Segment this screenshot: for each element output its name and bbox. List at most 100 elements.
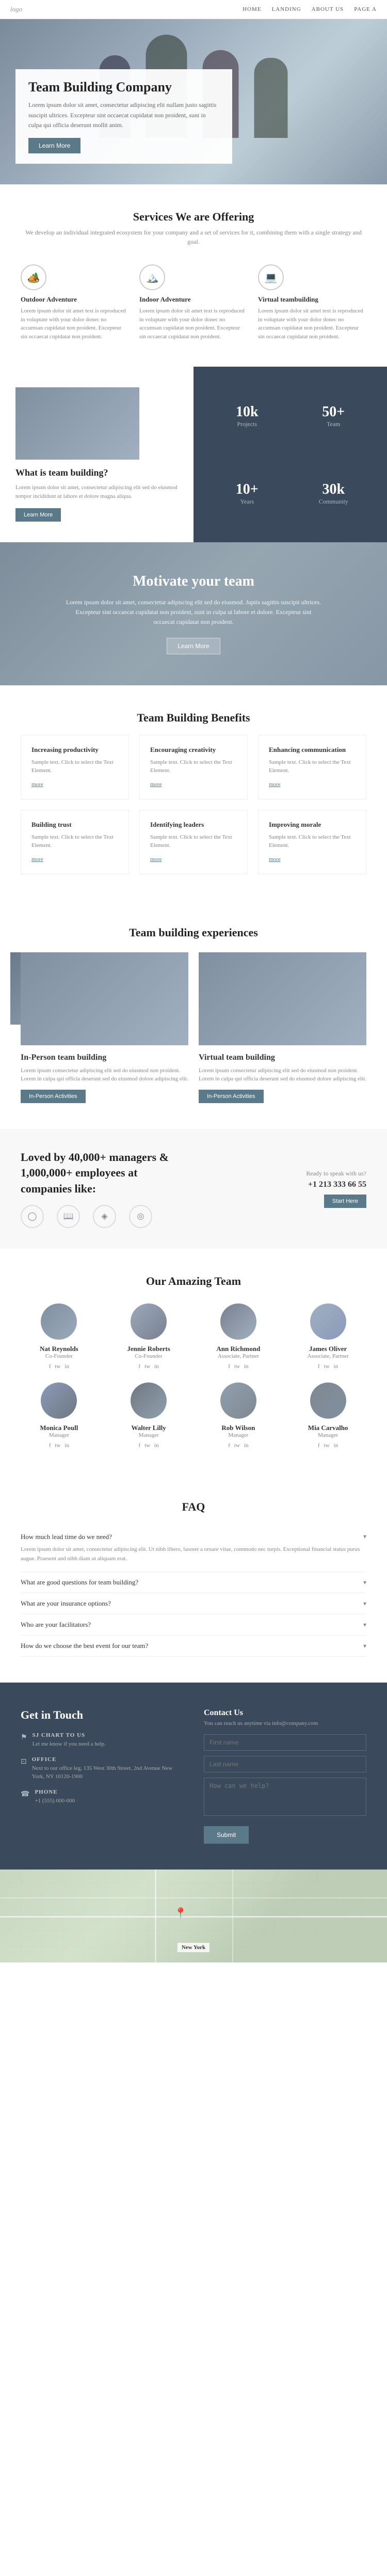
benefit-more-4[interactable]: more [150,856,162,862]
team-socials-6: f tw in [200,1442,277,1449]
contact-detail-label-2: Phone [35,1789,75,1795]
contact-detail-0: ⚑ Sj Chart To Us Let me know if you need… [21,1732,183,1749]
nav-link-home[interactable]: HOME [243,6,261,12]
social-in-7[interactable]: in [334,1442,338,1449]
hero-content-box: Team Building Company Lorem ipsum dolor … [15,69,232,164]
exp-image-0 [21,952,188,1045]
form-input-0[interactable] [204,1734,366,1751]
service-desc-2: Lorem ipsum dolor sit amet text is repro… [258,307,366,341]
social-tw-0[interactable]: tw [55,1363,60,1370]
exp-btn-0[interactable]: In-Person Activities [21,1090,86,1103]
social-in-2[interactable]: in [244,1363,249,1370]
team-card-1: Jennie Roberts Co-Founder f tw in [110,1303,187,1370]
team-socials-7: f tw in [289,1442,366,1449]
what-learn-more-button[interactable]: Learn More [15,508,61,522]
social-in-6[interactable]: in [244,1442,249,1449]
social-tw-7[interactable]: tw [324,1442,330,1449]
benefit-title-1: Encouraging creativity [150,746,237,754]
contact-submit-button[interactable]: Submit [204,1826,249,1844]
benefit-card-4: Identifying leaders Sample text. Click t… [139,810,248,874]
social-fb-3[interactable]: f [318,1363,320,1370]
contact-detail-value-2: +1 (555) 000-000 [35,1797,75,1805]
social-tw-6[interactable]: tw [234,1442,240,1449]
team-avatar-3 [310,1303,346,1340]
stat-item-1: 50+Team [296,404,372,428]
services-title: Services We are Offering [21,210,366,224]
benefit-more-2[interactable]: more [269,781,281,788]
team-name-6: Rob Wilson [200,1424,277,1432]
benefits-title: Team Building Benefits [21,711,366,725]
team-section: Our Amazing Team Nat Reynolds Co-Founder… [0,1249,387,1474]
faq-section: FAQ How much lead time do we need? ▾ Lor… [0,1474,387,1683]
service-name-2: Virtual teambuilding [258,295,366,304]
hero-learn-more-button[interactable]: Learn More [28,138,80,153]
services-section: Services We are Offering We develop an i… [0,184,387,367]
social-in-1[interactable]: in [154,1363,159,1370]
social-fb-6[interactable]: f [228,1442,230,1449]
team-grid: Nat Reynolds Co-Founder f tw in Jennie R… [21,1303,366,1449]
map-road-h2 [0,1897,387,1898]
social-in-4[interactable]: in [64,1442,69,1449]
contact-form-subtitle: You can reach us anytime via info@compan… [204,1720,366,1726]
faq-item-0[interactable]: How much lead time do we need? ▾ Lorem i… [21,1527,366,1572]
team-role-2: Associate, Partner [200,1353,277,1359]
company-icon-3: ◎ [129,1205,152,1228]
social-fb-4[interactable]: f [49,1442,51,1449]
social-fb-2[interactable]: f [228,1363,230,1370]
team-avatar-4 [41,1383,77,1419]
contact-detail-1: ⊡ Office Next to our office leg, 135 Wes… [21,1756,183,1781]
social-tw-1[interactable]: tw [144,1363,150,1370]
team-card-6: Rob Wilson Manager f tw in [200,1383,277,1449]
faq-item-3[interactable]: Who are your facilitators? ▾ [21,1614,366,1636]
social-in-3[interactable]: in [334,1363,338,1370]
map-road-h [0,1916,387,1918]
faq-item-2[interactable]: What are your insurance options? ▾ [21,1593,366,1614]
social-tw-3[interactable]: tw [324,1363,330,1370]
company-icons-row: ◯📖◈◎ [21,1205,175,1228]
team-avatar-2 [220,1303,256,1340]
benefit-more-1[interactable]: more [150,781,162,788]
motivate-title: Motivate your team [21,573,366,590]
faq-item-4[interactable]: How do we choose the best event for our … [21,1636,366,1657]
exp-btn-1[interactable]: In-Person Activities [199,1090,264,1103]
form-input-2[interactable] [204,1778,366,1816]
form-group-0 [204,1734,366,1751]
social-tw-2[interactable]: tw [234,1363,240,1370]
form-input-1[interactable] [204,1756,366,1772]
faq-title: FAQ [21,1500,366,1514]
contact-left-title: Get in Touch [21,1708,183,1722]
social-fb-0[interactable]: f [49,1363,51,1370]
experiences-grid: In-Person team building Lorem ipsum cons… [21,952,366,1103]
map-section: 📍 New York [0,1870,387,1962]
social-tw-4[interactable]: tw [55,1442,60,1449]
what-title: What is team building? [15,467,178,478]
benefit-text-4: Sample text. Click to select the Text El… [150,833,237,850]
benefit-title-2: Enhancing communication [269,746,356,754]
nav-link-landing[interactable]: LANDING [272,6,301,12]
benefit-title-5: Improving morale [269,821,356,829]
benefit-more-3[interactable]: more [31,856,43,862]
social-in-5[interactable]: in [154,1442,159,1449]
team-role-1: Co-Founder [110,1353,187,1359]
social-tw-5[interactable]: tw [144,1442,150,1449]
social-fb-1[interactable]: f [139,1363,141,1370]
benefit-title-4: Identifying leaders [150,821,237,829]
contact-detail-info-0: Sj Chart To Us Let me know if you need a… [33,1732,106,1749]
benefit-more-5[interactable]: more [269,856,281,862]
social-in-0[interactable]: in [64,1363,69,1370]
social-fb-5[interactable]: f [139,1442,141,1449]
nav-link-page-a[interactable]: PAGE A [354,6,377,12]
contact-detail-icon-2: ☎ [21,1790,29,1799]
benefit-card-2: Enhancing communication Sample text. Cli… [258,735,366,799]
loved-start-here-button[interactable]: Start Here [324,1195,366,1208]
loved-text-block: Loved by 40,000+ managers & 1,000,000+ e… [21,1150,175,1228]
map-road-v [155,1870,156,1962]
benefit-card-5: Improving morale Sample text. Click to s… [258,810,366,874]
faq-item-1[interactable]: What are good questions for team buildin… [21,1572,366,1593]
social-fb-7[interactable]: f [318,1442,320,1449]
nav-link-about-us[interactable]: ABOUT US [312,6,344,12]
team-avatar-5 [131,1383,167,1419]
benefit-text-2: Sample text. Click to select the Text El… [269,758,356,775]
motivate-learn-more-button[interactable]: Learn More [167,638,220,654]
benefit-more-0[interactable]: more [31,781,43,788]
